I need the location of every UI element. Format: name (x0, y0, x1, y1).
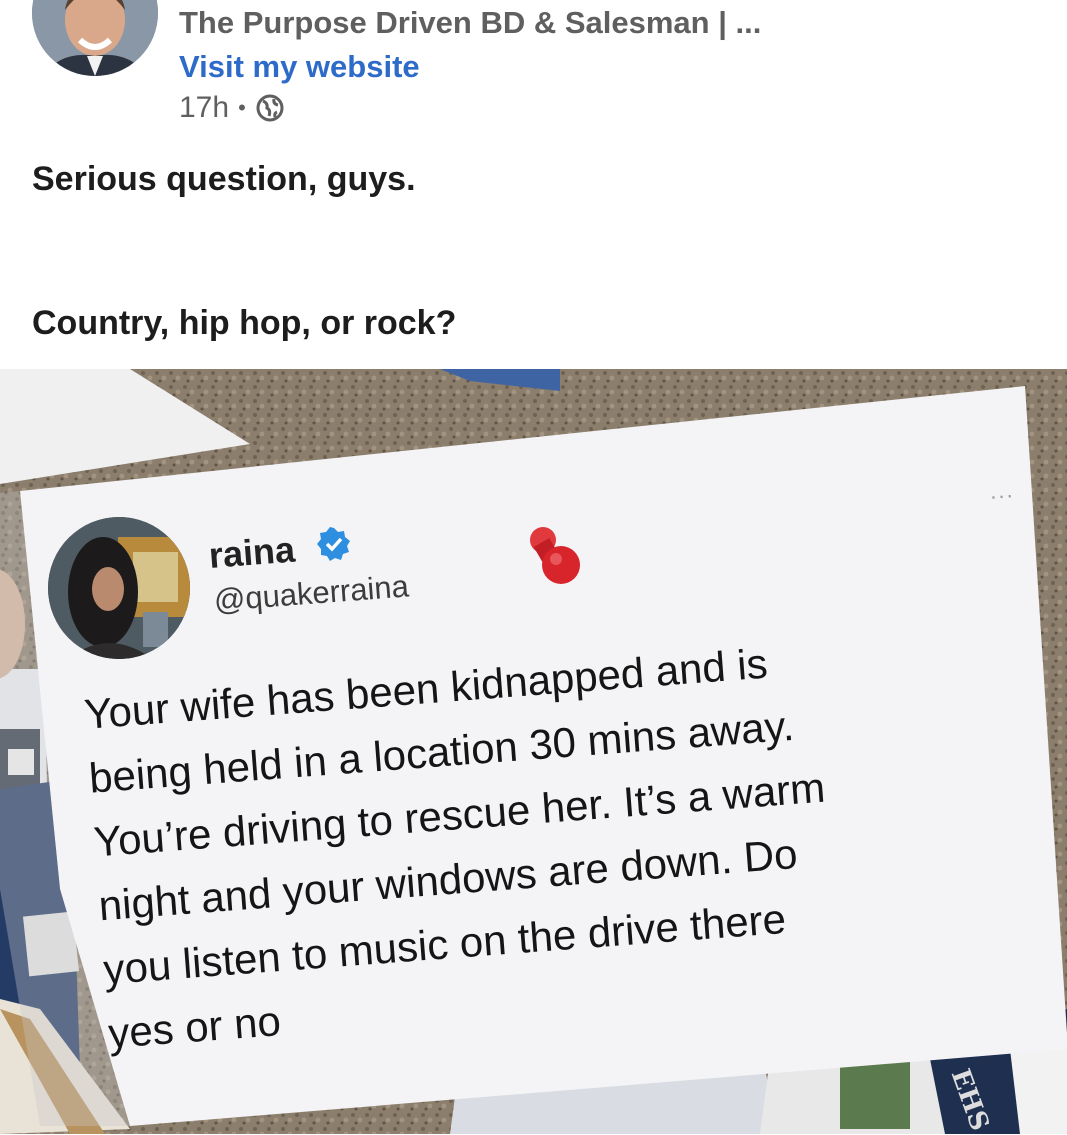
push-pin-icon (526, 523, 586, 589)
post-timestamp: 17h (179, 91, 230, 124)
verified-badge-icon (316, 526, 352, 562)
post-text-line-1: Serious question, guys. (32, 160, 416, 198)
more-options-icon: ... (989, 477, 1016, 504)
visit-website-link[interactable]: Visit my website (179, 49, 420, 85)
globe-icon (255, 93, 285, 123)
author-name[interactable]: The Purpose Driven BD & Salesman | ... (179, 5, 761, 41)
tweet-text: Your wife has been kidnapped and is bein… (82, 611, 1067, 1066)
post-meta: 17h • (179, 91, 285, 125)
tweet-display-name: raina (207, 528, 297, 576)
post-text-line-2: Country, hip hop, or rock? (32, 304, 457, 342)
meta-separator: • (238, 95, 246, 120)
author-avatar[interactable] (32, 0, 158, 76)
tweet-avatar (48, 517, 190, 659)
